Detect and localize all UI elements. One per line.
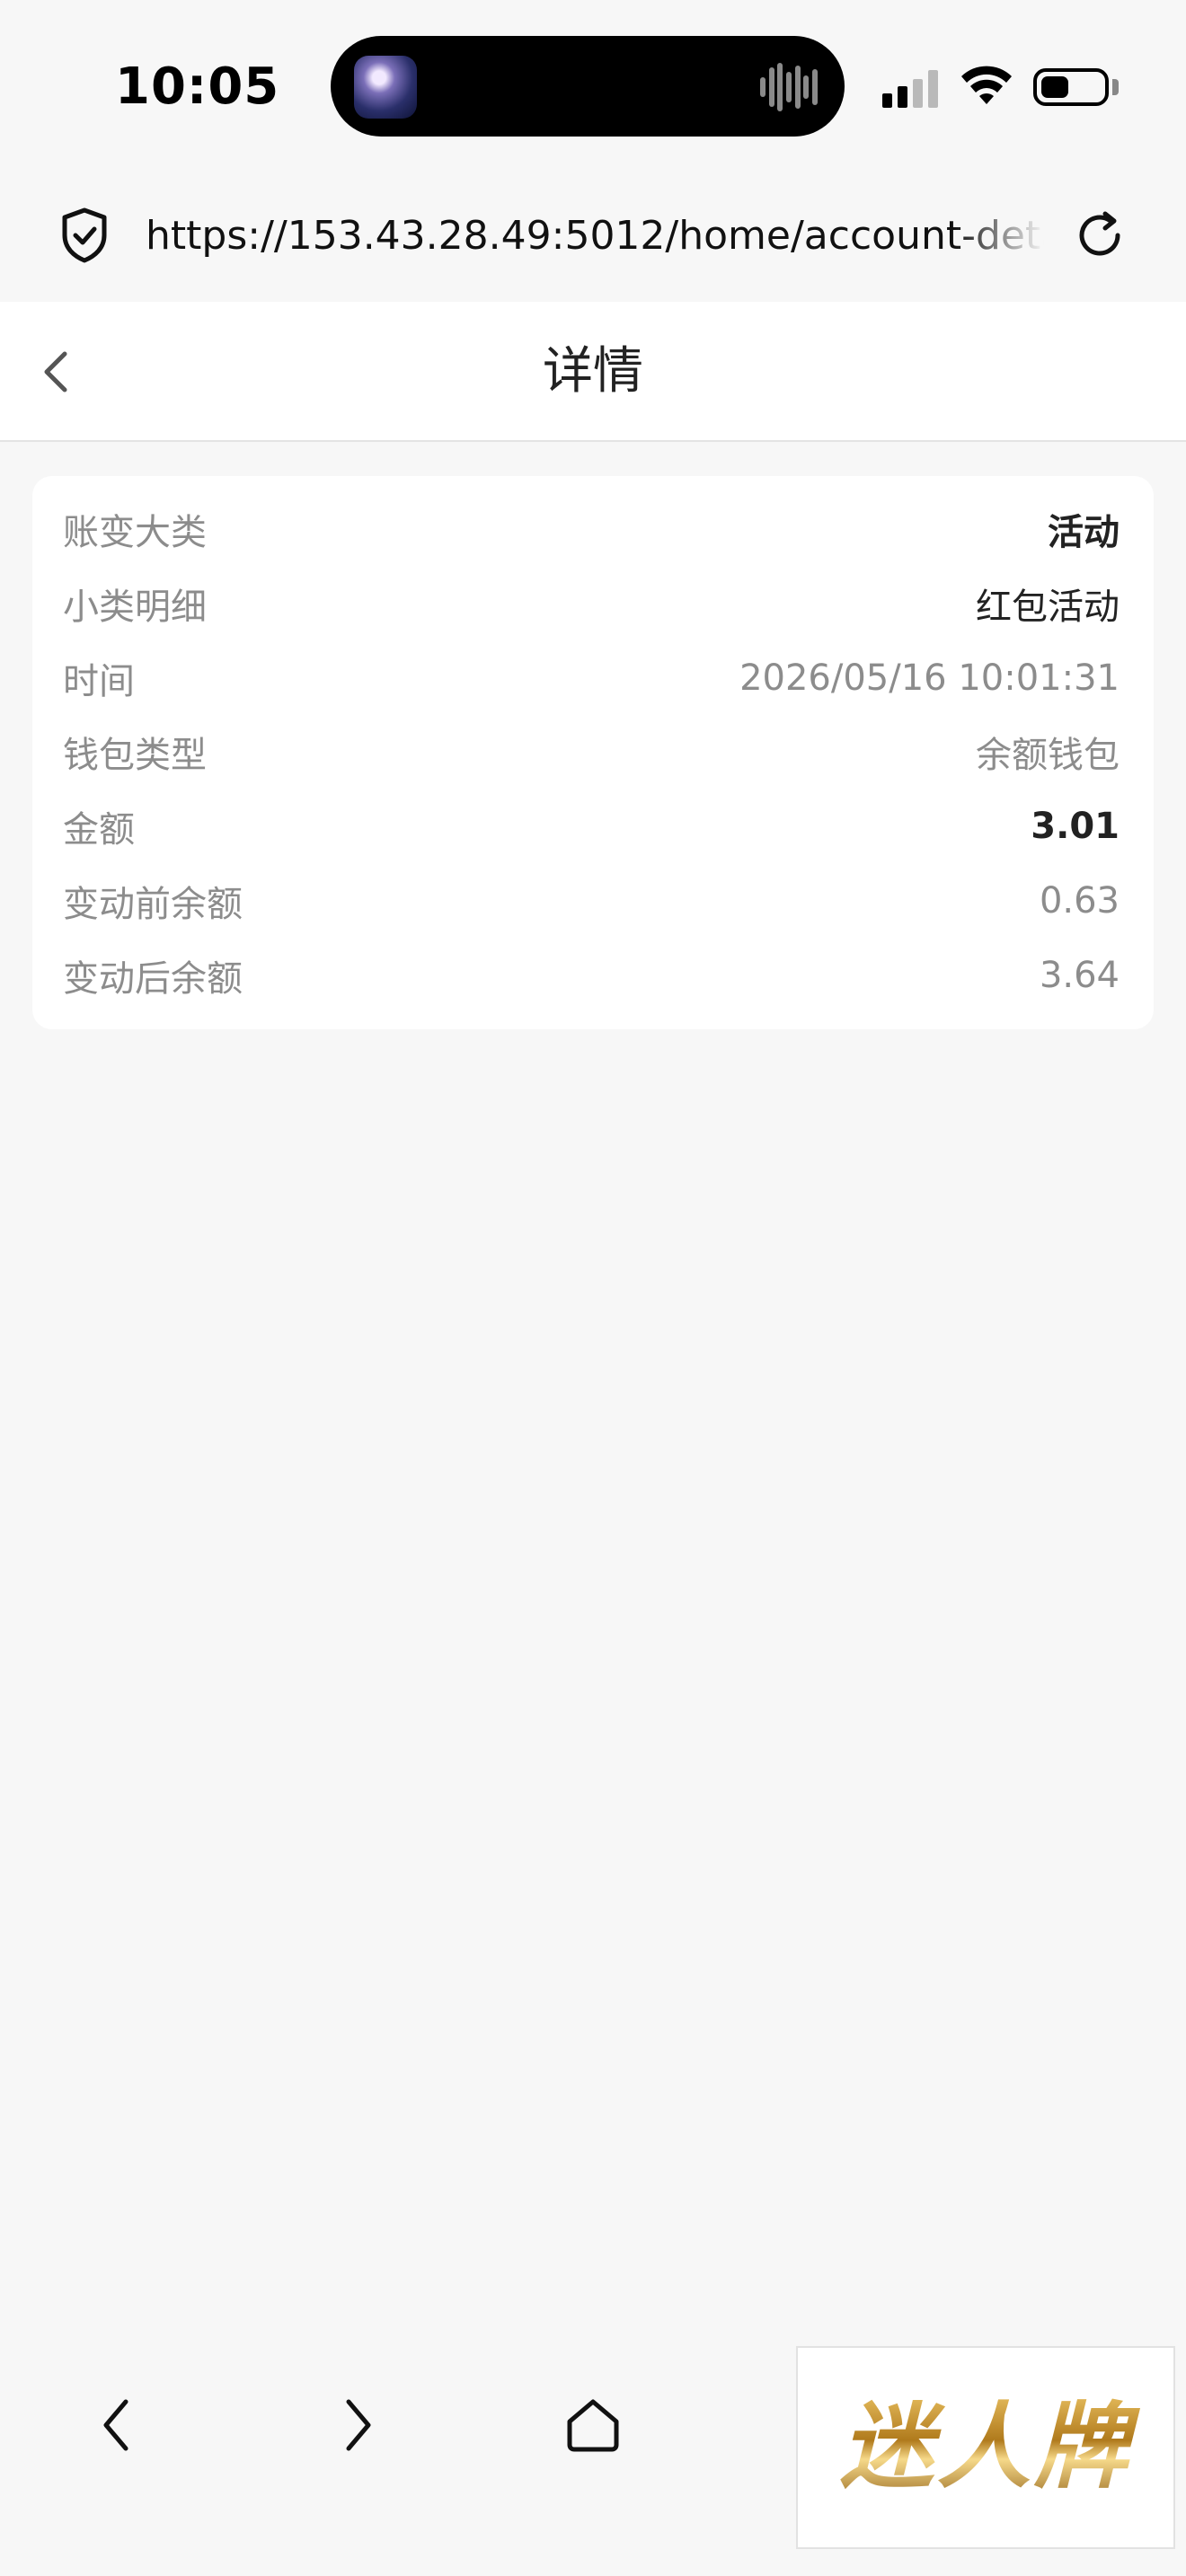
reload-icon[interactable] bbox=[1071, 207, 1128, 264]
audio-wave-icon bbox=[760, 63, 818, 111]
detail-label: 变动前余额 bbox=[63, 884, 243, 925]
detail-value: 余额钱包 bbox=[976, 735, 1120, 776]
detail-label: 账变大类 bbox=[63, 512, 207, 553]
detail-value: 2026/05/16 10:01:31 bbox=[739, 657, 1120, 699]
detail-value: 3.01 bbox=[1031, 806, 1120, 847]
status-time: 10:05 bbox=[115, 57, 280, 116]
detail-row-wallet-type: 钱包类型 余额钱包 bbox=[63, 720, 1120, 783]
battery-cap bbox=[1112, 79, 1119, 95]
home-icon[interactable] bbox=[557, 2389, 629, 2461]
browser-url-bar[interactable]: https://153.43.28.49:5012/home/account-d… bbox=[0, 180, 1186, 291]
detail-label: 变动后余额 bbox=[63, 958, 243, 1000]
now-playing-artwork bbox=[354, 56, 417, 119]
watermark-logo: 迷人牌 bbox=[796, 2346, 1175, 2549]
shield-check-icon[interactable] bbox=[59, 207, 110, 264]
detail-label: 时间 bbox=[63, 661, 135, 702]
watermark-logo-text: 迷人牌 bbox=[798, 2384, 1173, 2510]
detail-row-balance-before: 变动前余额 0.63 bbox=[63, 869, 1120, 932]
detail-row-balance-after: 变动后余额 3.64 bbox=[63, 944, 1120, 1007]
detail-row-category: 账变大类 活动 bbox=[63, 498, 1120, 560]
detail-value: 活动 bbox=[1048, 512, 1120, 553]
detail-label: 小类明细 bbox=[63, 587, 207, 628]
forward-icon[interactable] bbox=[320, 2389, 392, 2461]
page-title: 详情 bbox=[543, 342, 643, 401]
detail-value: 3.64 bbox=[1039, 955, 1120, 996]
detail-value: 红包活动 bbox=[976, 587, 1120, 628]
detail-card: 账变大类 活动 小类明细 红包活动 时间 2026/05/16 10:01:31… bbox=[32, 476, 1154, 1029]
app-header: 详情 bbox=[0, 302, 1186, 442]
detail-row-subcategory: 小类明细 红包活动 bbox=[63, 572, 1120, 635]
battery-fill bbox=[1041, 76, 1068, 98]
back-icon[interactable] bbox=[83, 2389, 155, 2461]
detail-label: 钱包类型 bbox=[63, 735, 207, 776]
signal-icon bbox=[882, 68, 942, 108]
status-bar: 10:05 bbox=[0, 0, 1186, 171]
dynamic-island[interactable] bbox=[331, 36, 845, 137]
detail-value: 0.63 bbox=[1039, 880, 1120, 922]
battery-icon bbox=[1033, 68, 1109, 106]
url-text[interactable]: https://153.43.28.49:5012/home/account-d… bbox=[146, 205, 1044, 268]
detail-row-amount: 金额 3.01 bbox=[63, 795, 1120, 858]
detail-label: 金额 bbox=[63, 809, 135, 851]
detail-row-time: 时间 2026/05/16 10:01:31 bbox=[63, 647, 1120, 710]
wifi-icon bbox=[961, 66, 1012, 104]
